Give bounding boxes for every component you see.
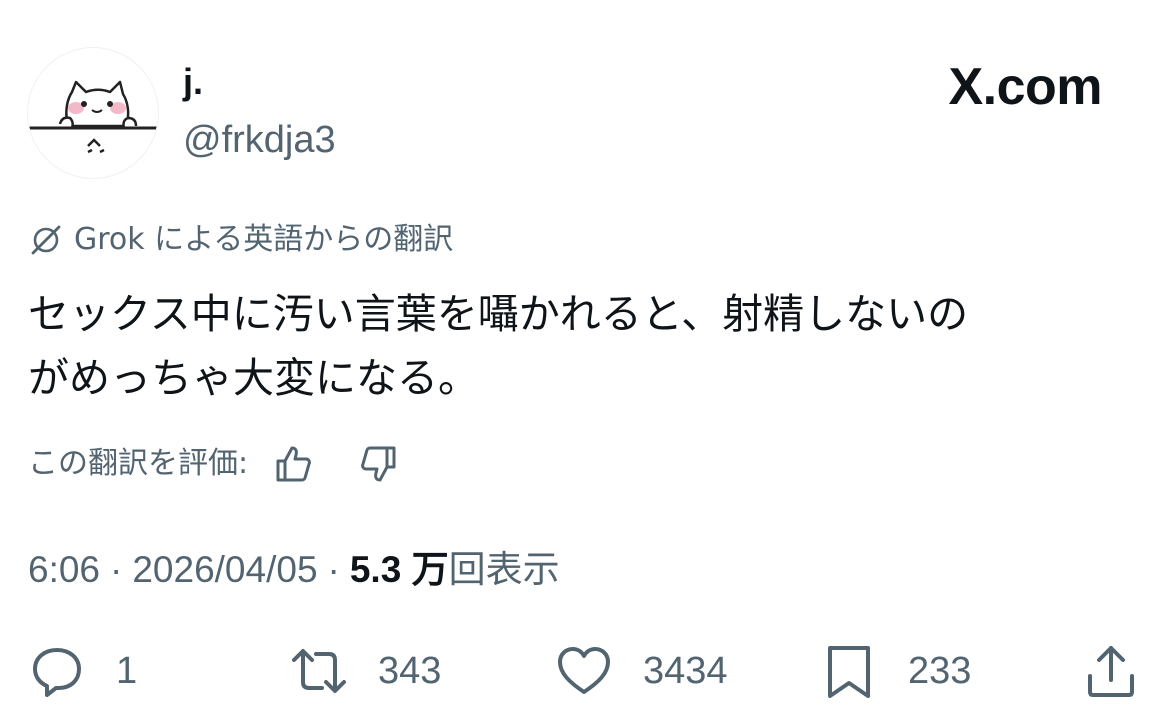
bookmark-count: 233	[908, 650, 972, 692]
bookmark-icon	[828, 646, 870, 698]
tweet-date[interactable]: 2026/04/05	[132, 549, 317, 590]
meta-separator: ·	[327, 549, 340, 590]
rate-translation-label: この翻訳を評価:	[28, 446, 249, 481]
repost-count: 343	[378, 650, 442, 692]
tweet-meta: 6:06 · 2026/04/05 · 5.3 万回表示	[28, 546, 560, 594]
thumbs-up-icon	[276, 446, 311, 482]
site-logo: X.com	[948, 60, 1102, 114]
user-handle[interactable]: @frkdja3	[183, 118, 336, 162]
views-count[interactable]: 5.3 万	[350, 549, 449, 590]
site-logo-text: X.com	[948, 58, 1102, 116]
thumbs-down-icon	[361, 446, 396, 482]
heart-icon	[558, 647, 610, 694]
tweet-time[interactable]: 6:06	[28, 549, 100, 590]
tweet-text: セックス中に汚い言葉を囁かれると、射精しないの がめっちゃ大変になる。	[28, 290, 969, 402]
translation-attribution: Grok による英語からの翻訳	[28, 220, 453, 260]
meta-separator: ·	[110, 549, 123, 590]
share-icon	[1088, 646, 1134, 697]
thumbs-up-button[interactable]	[272, 442, 316, 486]
rate-translation: この翻訳を評価:	[28, 442, 400, 486]
share-button[interactable]	[1082, 640, 1140, 702]
bookmark-button[interactable]: 233	[820, 640, 971, 702]
translation-label: Grok による英語からの翻訳	[74, 222, 454, 257]
grok-icon	[31, 225, 61, 255]
repost-icon	[292, 649, 346, 693]
like-count: 3434	[643, 650, 728, 692]
avatar[interactable]	[27, 47, 159, 179]
cat-avatar-image	[28, 80, 158, 154]
display-name[interactable]: j.	[183, 62, 203, 102]
reply-button[interactable]: 1	[28, 640, 137, 702]
repost-button[interactable]: 343	[290, 640, 441, 702]
views-label: 回表示	[448, 549, 560, 590]
thumbs-down-button[interactable]	[356, 442, 400, 486]
reply-icon	[33, 648, 81, 697]
like-button[interactable]: 3434	[555, 640, 728, 702]
reply-count: 1	[116, 650, 138, 692]
